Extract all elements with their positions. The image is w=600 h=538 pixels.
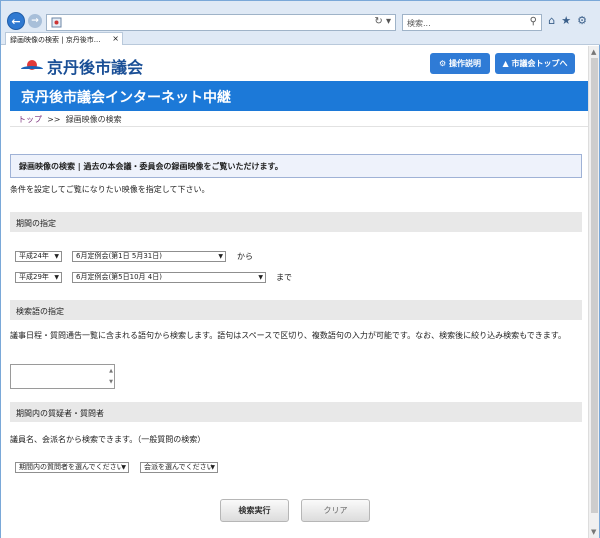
chevron-down-icon: ▼ xyxy=(54,253,59,260)
clear-button[interactable]: クリア xyxy=(301,499,370,522)
period-heading: 期間の指定 xyxy=(10,212,582,232)
chevron-down-icon: ▼ xyxy=(218,253,223,260)
site-logo[interactable]: 京丹後市議会 xyxy=(21,54,143,78)
tab-title: 録画映像の検索 | 京丹後市... xyxy=(10,36,101,44)
chevron-down-icon: ▼ xyxy=(210,464,215,471)
breadcrumb-current: 録画映像の検索 xyxy=(65,115,122,124)
gear-icon[interactable]: ⚙ xyxy=(577,14,593,27)
browser-window: ← → ↻ ▾ 検索... ⚲ ⌂★⚙ 録画映像の検索 | 京丹後市... × … xyxy=(0,0,600,538)
scrollbar-thumb[interactable] xyxy=(591,58,598,513)
home-icon[interactable]: ⌂ xyxy=(548,14,561,27)
star-icon[interactable]: ★ xyxy=(561,14,577,27)
council-top-button[interactable]: ▲ 市議会トップへ xyxy=(495,53,575,74)
faction-select[interactable]: 会派を選んでください ▼ xyxy=(140,462,218,473)
to-session-value: 6月定例会(第5日10月 4日) xyxy=(76,273,162,281)
browser-search-placeholder: 検索... xyxy=(407,19,431,28)
from-session-value: 6月定例会(第1日 5月31日) xyxy=(76,252,162,260)
speaker-description: 議員名、会派名から検索できます。（一般質問の検索） xyxy=(10,435,206,444)
chevron-down-icon: ▼ xyxy=(54,274,59,281)
page-icon xyxy=(51,17,62,28)
chevron-down-icon: ▼ xyxy=(258,274,263,281)
breadcrumb-separator: >> xyxy=(47,115,61,124)
page-content: 京丹後市議会 ⚙ 操作説明 ▲ 市議会トップへ 京丹後市議会インターネット中継 … xyxy=(1,46,589,538)
scroll-up-icon[interactable]: ▲ xyxy=(591,48,596,56)
browser-toolbar: ← → ↻ ▾ 検索... ⚲ ⌂★⚙ 録画映像の検索 | 京丹後市... × xyxy=(1,1,600,45)
breadcrumb: トップ >> 録画映像の検索 xyxy=(18,114,122,125)
to-year-select[interactable]: 平成29年 ▼ xyxy=(15,272,62,283)
textarea-scroll-icon[interactable]: ▲ ▼ xyxy=(109,366,113,388)
divider xyxy=(10,126,589,127)
address-tools-icon[interactable]: ↻ ▾ xyxy=(374,16,391,27)
notice-box: 録画映像の検索 | 過去の本会議・委員会の録画映像をご覧いただけます。 xyxy=(10,154,582,178)
logo-text: 京丹後市議会 xyxy=(47,58,144,77)
faction-select-value: 会派を選んでください xyxy=(144,463,214,471)
chevron-down-icon: ▼ xyxy=(121,464,126,471)
speaker-heading: 期間内の質疑者・質問者 xyxy=(10,402,582,422)
page-banner: 京丹後市議会インターネット中継 xyxy=(10,81,589,111)
scroll-down-icon[interactable]: ▼ xyxy=(591,528,596,536)
close-icon[interactable]: × xyxy=(112,34,119,43)
to-label: まで xyxy=(276,273,292,282)
search-icon[interactable]: ⚲ xyxy=(530,16,537,27)
to-session-select[interactable]: 6月定例会(第5日10月 4日) ▼ xyxy=(72,272,266,283)
keyword-heading: 検索語の指定 xyxy=(10,300,582,320)
from-session-select[interactable]: 6月定例会(第1日 5月31日) ▼ xyxy=(72,251,226,262)
browser-icons: ⌂★⚙ xyxy=(548,14,593,27)
member-select-value: 期間内の質問者を選んでください xyxy=(19,463,124,471)
browser-search-input[interactable]: 検索... ⚲ xyxy=(402,14,542,31)
breadcrumb-top-link[interactable]: トップ xyxy=(18,115,42,124)
from-label: から xyxy=(237,252,253,261)
search-button[interactable]: 検索実行 xyxy=(220,499,289,522)
to-year-value: 平成29年 xyxy=(19,273,49,281)
tab-current[interactable]: 録画映像の検索 | 京丹後市... × xyxy=(5,32,123,45)
keyword-input[interactable]: ▲ ▼ xyxy=(10,364,115,389)
address-bar[interactable]: ↻ ▾ xyxy=(46,14,396,31)
from-year-select[interactable]: 平成24年 ▼ xyxy=(15,251,62,262)
forward-icon[interactable]: → xyxy=(28,14,42,28)
intro-text: 条件を設定してご覧になりたい映像を指定して下さい。 xyxy=(10,185,210,194)
guide-button[interactable]: ⚙ 操作説明 xyxy=(430,53,490,74)
logo-icon xyxy=(21,58,43,74)
page-scrollbar[interactable]: ▲ ▼ xyxy=(588,46,599,538)
back-icon[interactable]: ← xyxy=(7,12,25,30)
member-select[interactable]: 期間内の質問者を選んでください ▼ xyxy=(15,462,129,473)
keyword-description: 議事日程・質問通告一覧に含まれる語句から検索します。語句はスペースで区切り、複数… xyxy=(10,331,566,340)
from-year-value: 平成24年 xyxy=(19,252,49,260)
